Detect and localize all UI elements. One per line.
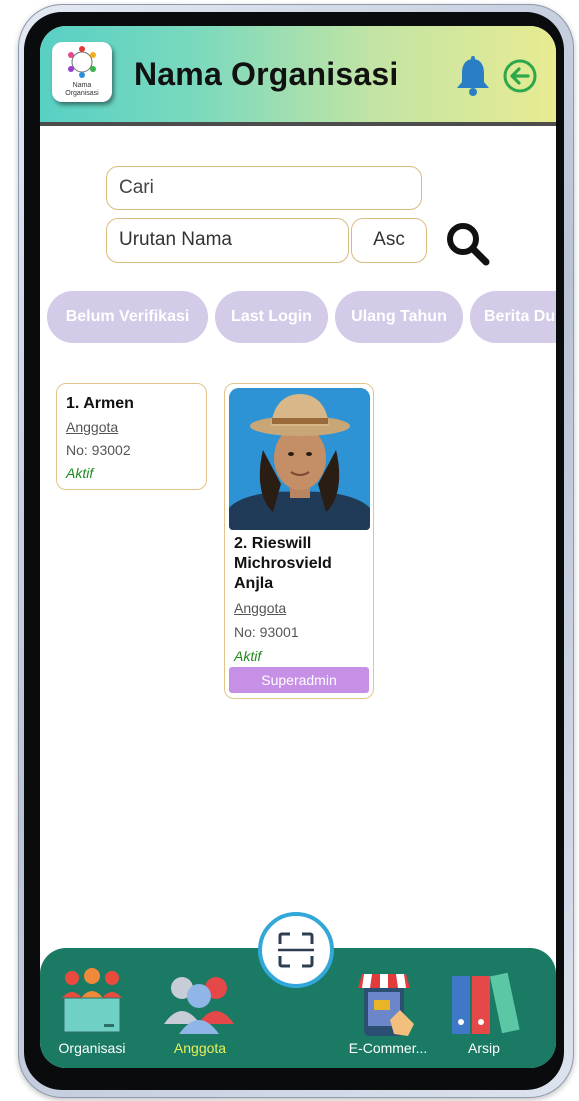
search-input[interactable] <box>106 166 422 210</box>
sort-field-select[interactable]: Urutan Nama <box>106 218 349 263</box>
member-role: Anggota <box>66 419 119 435</box>
organization-title: Nama Organisasi <box>134 56 399 92</box>
bell-icon[interactable] <box>454 56 492 96</box>
members-icon <box>164 977 234 1034</box>
nav-item-ecommerce[interactable]: E-Commer... <box>336 948 440 1068</box>
nav-label-arsip: Arsip <box>468 1040 500 1056</box>
chip-berita-duka[interactable]: Berita Du <box>470 291 556 343</box>
filter-chips: Belum Verifikasi Last Login Ulang Tahun … <box>40 291 556 343</box>
logo-icon <box>68 46 96 78</box>
member-status: Aktif <box>234 648 262 664</box>
app-screen: Nama Organisasi Nama Organisasi Urutan N… <box>40 26 556 1068</box>
nav-label-organisasi: Organisasi <box>58 1040 126 1056</box>
sort-order-select[interactable]: Asc <box>351 218 427 263</box>
superadmin-badge: Superadmin <box>229 667 369 693</box>
organization-logo[interactable]: Nama Organisasi <box>52 42 112 102</box>
ecommerce-icon <box>358 974 414 1036</box>
member-number: No: 93002 <box>66 442 131 458</box>
member-photo <box>229 388 370 530</box>
organization-icon <box>62 968 122 1033</box>
scan-button[interactable] <box>258 912 334 988</box>
chip-last-login[interactable]: Last Login <box>215 291 328 343</box>
nav-item-organisasi[interactable]: Organisasi <box>40 948 144 1068</box>
nav-label-ecommerce: E-Commer... <box>348 1040 428 1056</box>
member-status: Aktif <box>66 465 94 481</box>
member-card[interactable]: 2. Rieswill Michrosvield Anjla Anggota N… <box>224 383 374 699</box>
member-number: No: 93001 <box>234 624 299 640</box>
search-icon[interactable] <box>444 220 492 268</box>
archive-icon <box>452 972 520 1034</box>
member-name: 2. Rieswill Michrosvield Anjla <box>234 535 332 592</box>
back-arrow-icon[interactable] <box>502 58 538 94</box>
logo-text: Nama Organisasi <box>65 82 99 97</box>
nav-item-anggota[interactable]: Anggota <box>148 948 252 1068</box>
member-name: 1. Armen <box>66 395 134 412</box>
member-role: Anggota <box>234 600 287 616</box>
member-card[interactable]: 1. Armen Anggota No: 93002 Aktif <box>56 383 207 490</box>
nav-label-anggota: Anggota <box>173 1040 227 1056</box>
scan-icon <box>278 932 314 968</box>
app-header: Nama Organisasi Nama Organisasi <box>40 26 556 126</box>
chip-belum-verifikasi[interactable]: Belum Verifikasi <box>47 291 208 343</box>
nav-item-arsip[interactable]: Arsip <box>432 948 536 1068</box>
chip-ulang-tahun[interactable]: Ulang Tahun <box>335 291 463 343</box>
